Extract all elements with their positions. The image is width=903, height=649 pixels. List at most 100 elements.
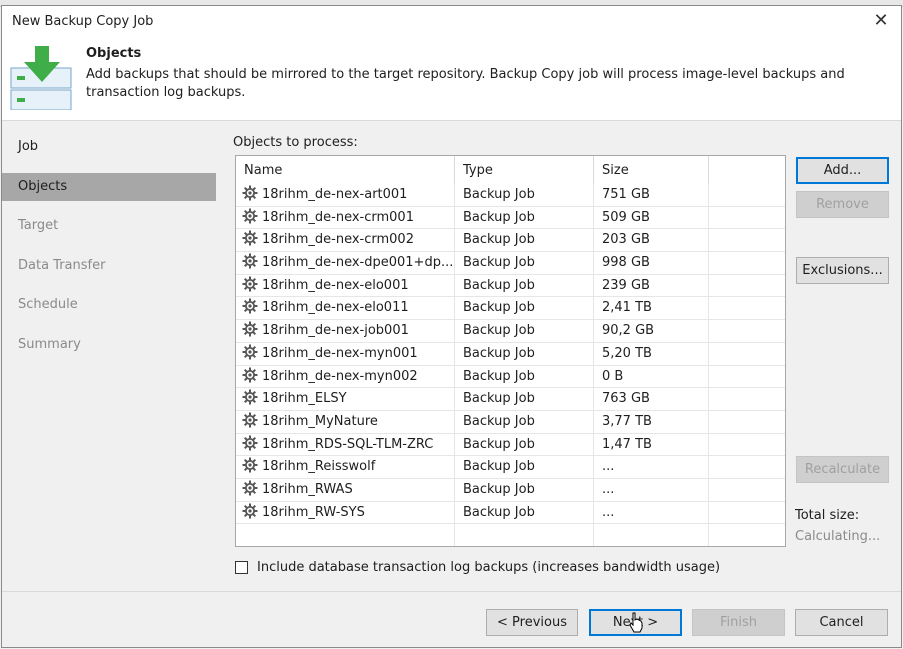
backup-job-gear-icon <box>242 298 258 314</box>
cell-name: 18rihm_de-nex-job001 <box>236 320 455 342</box>
checkbox-box[interactable] <box>235 561 248 574</box>
sidebar-item-summary[interactable]: Summary <box>2 331 216 359</box>
backup-job-gear-icon <box>242 344 258 360</box>
job-name: 18rihm_de-nex-job001 <box>262 323 409 339</box>
cell-size: 90,2 GB <box>594 320 709 342</box>
job-name: 18rihm_RWAS <box>262 481 353 497</box>
cell-name: 18rihm_RWAS <box>236 478 455 501</box>
cell-empty <box>709 479 785 501</box>
cell-name: 18rihm_ELSY <box>236 388 455 410</box>
cell-name: 18rihm_de-nex-myn002 <box>236 365 455 388</box>
table-row[interactable]: 18rihm_MyNature Backup Job 3,77 TB <box>236 410 785 434</box>
backup-job-gear-icon <box>242 457 258 473</box>
table-row[interactable]: 18rihm_Reisswolf Backup Job... <box>236 456 785 479</box>
backup-job-gear-icon <box>242 503 258 519</box>
sidebar-item-target[interactable]: Target <box>2 212 216 240</box>
cell-name: 18rihm_de-nex-crm002 <box>236 229 455 252</box>
job-name: 18rihm_de-nex-art001 <box>262 187 408 202</box>
include-log-backups-label[interactable]: Include database transaction log backups… <box>257 560 720 575</box>
cell-type: Backup Job <box>455 456 594 478</box>
cell-size: 1,47 TB <box>594 433 709 456</box>
cell-size: 5,20 TB <box>594 342 709 365</box>
table-row[interactable]: 18rihm_de-nex-crm001 Backup Job 509 GB <box>236 206 785 230</box>
cell-type: Backup Job <box>455 433 594 456</box>
cell-type: Backup Job <box>455 274 594 297</box>
cell-name: 18rihm_Reisswolf <box>236 456 455 478</box>
backup-job-gear-icon <box>242 389 258 405</box>
recalculate-button[interactable]: Recalculate <box>796 456 889 483</box>
cell-name: 18rihm_RDS-SQL-TLM-ZRC <box>236 433 455 456</box>
table-row[interactable]: 18rihm_RDS-SQL-TLM-ZRC Backup Job 1,47 TB <box>236 433 785 457</box>
job-name: 18rihm_RW-SYS <box>262 504 365 520</box>
cell-size: 509 GB <box>594 206 709 229</box>
backup-job-gear-icon <box>242 480 258 496</box>
table-body: 18rihm_de-nex-art001 Backup Job 751 GB 18ri… <box>236 184 785 546</box>
backup-copy-icon <box>10 46 74 111</box>
cell-empty <box>709 366 785 388</box>
add-button[interactable]: Add... <box>796 157 889 184</box>
backup-job-gear-icon <box>242 276 258 292</box>
cell-size: 2,41 TB <box>594 297 709 320</box>
close-icon[interactable]: ✕ <box>871 10 891 31</box>
cell-size: 763 GB <box>594 388 709 410</box>
mouse-cursor-icon <box>628 612 644 634</box>
cell-name: 18rihm_RW-SYS <box>236 501 455 524</box>
sidebar-item-data-transfer[interactable]: Data Transfer <box>2 252 216 280</box>
column-header-empty <box>709 156 785 184</box>
cell-name: 18rihm_de-nex-myn001 <box>236 342 455 365</box>
cell-size: 203 GB <box>594 229 709 252</box>
cell-size: 998 GB <box>594 252 709 274</box>
table-row[interactable]: 18rihm_de-nex-job001 Backup Job 90,2 GB <box>236 320 785 343</box>
table-header: Name Type Size <box>236 156 785 184</box>
cell-name: 18rihm_de-nex-dpe001+dp... <box>236 252 455 274</box>
backup-job-gear-icon <box>242 367 258 383</box>
table-row[interactable]: 18rihm_de-nex-elo001 Backup Job 239 GB <box>236 274 785 298</box>
table-row[interactable]: 18rihm_de-nex-dpe001+dp... Backup Job 998 … <box>236 252 785 275</box>
wizard-steps-sidebar: Job Objects Target Data Transfer Schedul… <box>2 121 217 591</box>
cell-type: Backup Job <box>455 297 594 320</box>
backup-job-gear-icon <box>242 185 258 201</box>
job-name: 18rihm_de-nex-dpe001+dp... <box>262 255 454 271</box>
table-row[interactable]: 18rihm_de-nex-myn001 Backup Job 5,20 TB <box>236 342 785 366</box>
backup-job-gear-icon <box>242 208 258 224</box>
cell-type: Backup Job <box>455 206 594 229</box>
job-name: 18rihm_de-nex-myn002 <box>262 368 418 384</box>
job-name: 18rihm_de-nex-crm002 <box>262 232 414 248</box>
cell-type: Backup Job <box>455 342 594 365</box>
table-row[interactable]: 18rihm_RW-SYS Backup Job... <box>236 501 785 525</box>
cell-size: 751 GB <box>594 184 709 206</box>
cell-size: 3,77 TB <box>594 410 709 433</box>
remove-button[interactable]: Remove <box>796 191 889 218</box>
cell-empty <box>709 343 785 365</box>
cell-empty <box>709 184 785 206</box>
table-row[interactable]: 18rihm_de-nex-myn002 Backup Job 0 B <box>236 365 785 389</box>
table-row[interactable]: 18rihm_RWAS Backup Job... <box>236 478 785 502</box>
objects-to-process-label: Objects to process: <box>233 135 358 150</box>
cell-type: Backup Job <box>455 388 594 410</box>
column-header-name[interactable]: Name <box>236 156 455 184</box>
table-row[interactable]: 18rihm_ELSY Backup Job 763 GB <box>236 388 785 411</box>
cell-type: Backup Job <box>455 478 594 501</box>
finish-button[interactable]: Finish <box>692 609 785 636</box>
cell-size: ... <box>594 478 709 501</box>
objects-table[interactable]: Name Type Size 18rihm_de-nex-art001 Backu… <box>235 155 786 547</box>
cell-type: Backup Job <box>455 252 594 274</box>
cell-type: Backup Job <box>455 501 594 524</box>
cell-empty <box>709 320 785 342</box>
previous-button[interactable]: < Previous <box>486 609 578 636</box>
table-row[interactable]: 18rihm_de-nex-art001 Backup Job 751 GB <box>236 184 785 207</box>
cell-empty <box>709 275 785 297</box>
objects-panel: Objects to process: Name Type Size 18rih… <box>218 121 903 591</box>
sidebar-item-job[interactable]: Job <box>2 133 216 161</box>
exclusions-button[interactable]: Exclusions... <box>796 257 889 284</box>
table-row[interactable]: 18rihm_de-nex-crm002 Backup Job 203 GB <box>236 229 785 253</box>
sidebar-item-objects[interactable]: Objects <box>2 173 216 201</box>
table-row-empty <box>236 524 785 546</box>
backup-job-gear-icon <box>242 435 258 451</box>
table-row[interactable]: 18rihm_de-nex-elo011 Backup Job 2,41 TB <box>236 297 785 321</box>
column-header-size[interactable]: Size <box>594 156 709 184</box>
sidebar-item-schedule[interactable]: Schedule <box>2 291 216 319</box>
column-header-type[interactable]: Type <box>455 156 594 184</box>
cancel-button[interactable]: Cancel <box>795 609 888 636</box>
step-header: Objects Add backups that should be mirro… <box>2 38 901 121</box>
